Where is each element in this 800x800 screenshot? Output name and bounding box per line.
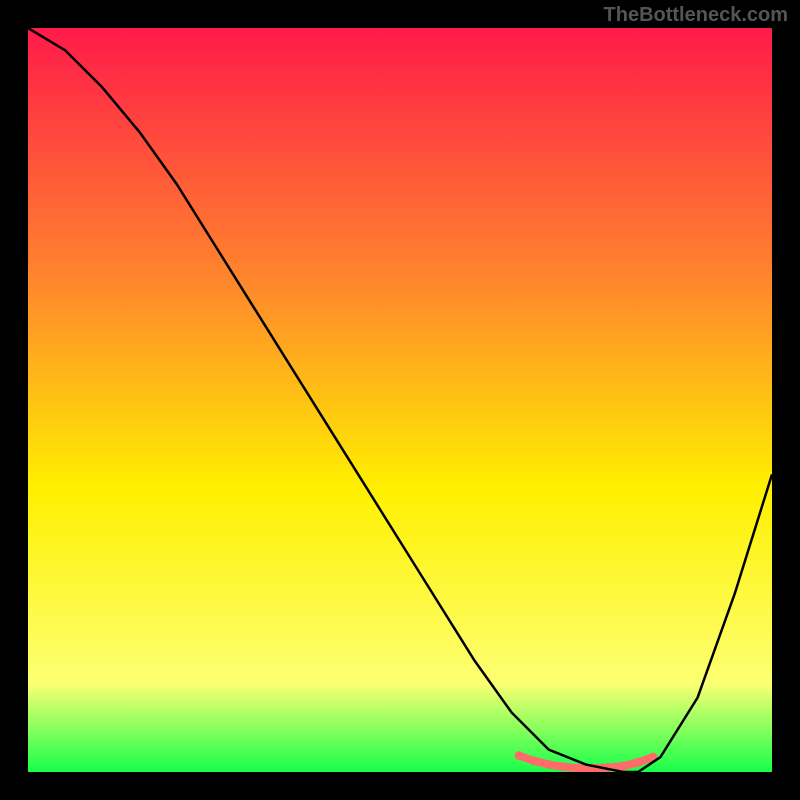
highlight-dot: [559, 762, 568, 771]
highlight-dot: [634, 758, 643, 767]
chart-svg: [28, 28, 772, 772]
watermark-text: TheBottleneck.com: [604, 4, 788, 27]
highlight-dot: [515, 751, 524, 760]
plot-area: [28, 28, 772, 772]
highlight-dot: [529, 756, 538, 765]
highlight-dot: [619, 762, 628, 771]
gradient-background: [28, 28, 772, 772]
highlight-dot: [544, 760, 553, 769]
